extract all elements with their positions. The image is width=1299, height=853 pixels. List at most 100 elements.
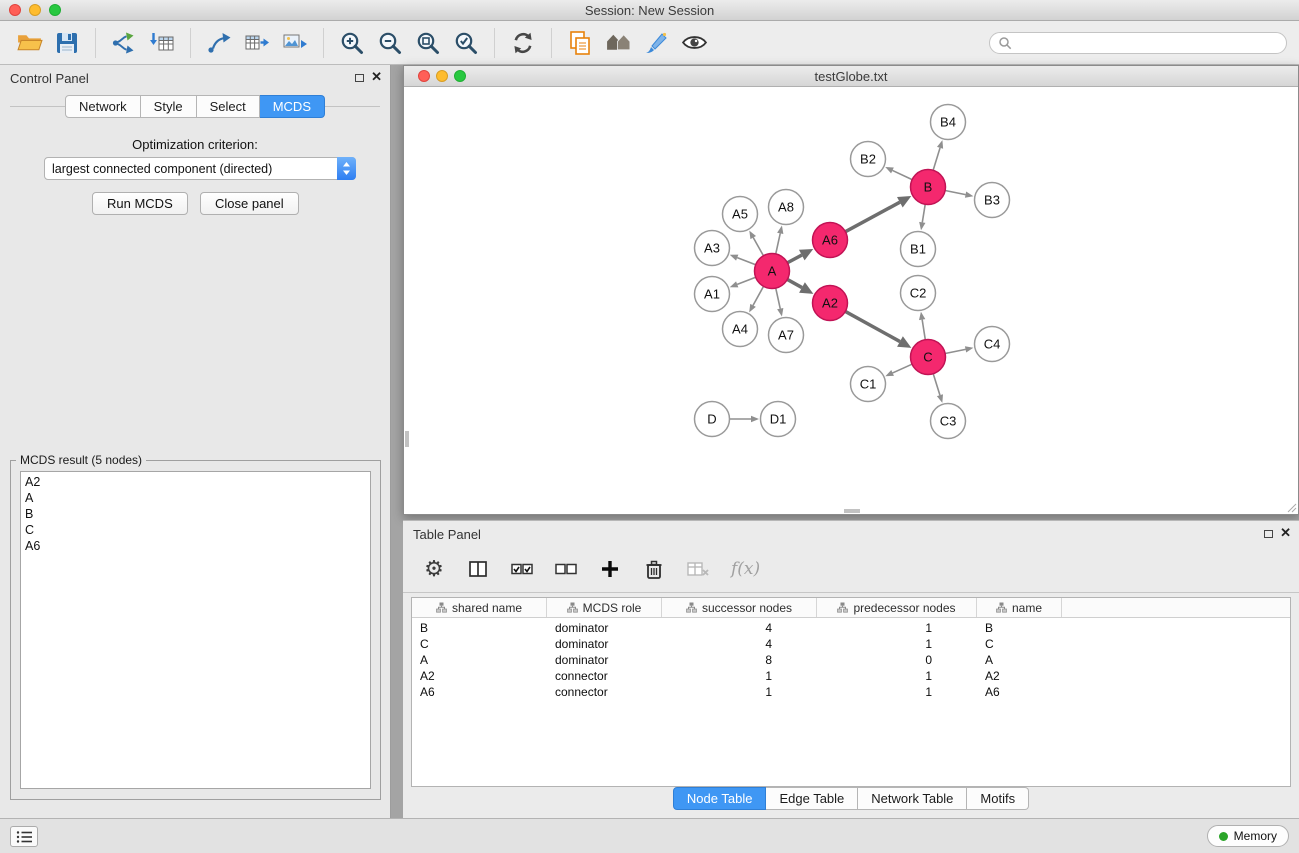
mcds-result-item[interactable]: A	[25, 490, 366, 506]
optimization-criterion-dropdown[interactable]: largest connected component (directed)	[44, 157, 356, 180]
graph-edge-A2-C[interactable]	[845, 311, 911, 347]
export-table-button[interactable]	[239, 25, 275, 61]
close-panel-button[interactable]: Close panel	[200, 192, 299, 215]
open-file-button[interactable]	[11, 25, 47, 61]
table-settings-button[interactable]: ⚙	[419, 554, 449, 584]
add-column-button[interactable]	[595, 554, 625, 584]
mcds-result-list[interactable]: A2ABCA6	[20, 471, 371, 789]
table-row[interactable]: A6connector11A6	[412, 684, 1290, 700]
tab-motifs[interactable]: Motifs	[967, 787, 1029, 810]
graph-edge-A-A1[interactable]	[730, 277, 756, 287]
tab-edge-table[interactable]: Edge Table	[766, 787, 858, 810]
network-canvas-area[interactable]: AA1A2A3A4A5A6A7A8BB1B2B3B4CC1C2C3C4DD1	[404, 87, 1298, 514]
save-session-button[interactable]	[49, 25, 85, 61]
graph-edge-B-B3[interactable]	[945, 190, 973, 197]
tab-network-table[interactable]: Network Table	[858, 787, 967, 810]
style-brush-button[interactable]	[638, 25, 674, 61]
show-hide-button[interactable]	[676, 25, 712, 61]
select-all-button[interactable]	[507, 554, 537, 584]
import-network-button[interactable]	[106, 25, 142, 61]
graph-node-C2[interactable]: C2	[901, 276, 936, 311]
column-header-predecessor-nodes[interactable]: predecessor nodes	[817, 598, 977, 617]
tab-network[interactable]: Network	[65, 95, 141, 118]
column-header-MCDS-role[interactable]: MCDS role	[547, 598, 662, 617]
graph-edge-B-B1[interactable]	[919, 204, 925, 230]
zoom-fit-button[interactable]	[410, 25, 446, 61]
close-panel-icon[interactable]: ✕	[371, 69, 382, 85]
column-header-successor-nodes[interactable]: successor nodes	[662, 598, 817, 617]
table-row[interactable]: Adominator80A	[412, 652, 1290, 668]
network-canvas[interactable]: AA1A2A3A4A5A6A7A8BB1B2B3B4CC1C2C3C4DD1	[404, 87, 1298, 514]
network-minimize-button[interactable]	[436, 70, 448, 82]
graph-edge-A-A8[interactable]	[776, 226, 784, 254]
tab-node-table[interactable]: Node Table	[673, 787, 767, 810]
mcds-result-item[interactable]: B	[25, 506, 366, 522]
delete-table-button[interactable]	[683, 554, 713, 584]
tab-mcds[interactable]: MCDS	[260, 95, 325, 118]
graph-node-C3[interactable]: C3	[931, 404, 966, 439]
table-row[interactable]: Cdominator41C	[412, 636, 1290, 652]
graph-node-A4[interactable]: A4	[723, 312, 758, 347]
deselect-all-button[interactable]	[551, 554, 581, 584]
graph-node-B1[interactable]: B1	[901, 232, 936, 267]
graph-edge-D-D1[interactable]	[730, 416, 760, 422]
export-image-button[interactable]	[277, 25, 313, 61]
graph-edge-A-A6[interactable]	[787, 249, 813, 263]
graph-edge-A-A3[interactable]	[730, 255, 756, 265]
graph-node-A[interactable]: A	[755, 254, 790, 289]
table-float-icon[interactable]	[1264, 530, 1273, 538]
graph-node-B[interactable]: B	[911, 170, 946, 205]
mcds-result-item[interactable]: A6	[25, 538, 366, 554]
graph-node-D1[interactable]: D1	[761, 402, 796, 437]
float-panel-icon[interactable]	[355, 74, 364, 82]
graph-node-B2[interactable]: B2	[851, 142, 886, 177]
search-input[interactable]	[1017, 36, 1278, 50]
apply-layout-button[interactable]	[505, 25, 541, 61]
table-row[interactable]: A2connector11A2	[412, 668, 1290, 684]
column-visibility-button[interactable]	[463, 554, 493, 584]
network-zoom-button[interactable]	[454, 70, 466, 82]
network-close-button[interactable]	[418, 70, 430, 82]
canvas-scroll-nub-left[interactable]	[405, 431, 409, 447]
graph-node-A8[interactable]: A8	[769, 190, 804, 225]
column-header-shared-name[interactable]: shared name	[412, 598, 547, 617]
graph-edge-C-C4[interactable]	[945, 346, 973, 353]
delete-column-button[interactable]	[639, 554, 669, 584]
resize-grip-icon[interactable]	[1287, 503, 1297, 513]
graph-node-A2[interactable]: A2	[813, 286, 848, 321]
export-network-button[interactable]	[201, 25, 237, 61]
graph-node-C4[interactable]: C4	[975, 327, 1010, 362]
graph-node-A3[interactable]: A3	[695, 231, 730, 266]
fullscreen-window-button[interactable]	[49, 4, 61, 16]
graph-edge-B-B2[interactable]	[885, 167, 912, 180]
minimize-window-button[interactable]	[29, 4, 41, 16]
table-close-icon[interactable]: ✕	[1280, 525, 1291, 541]
graph-edge-A-A7[interactable]	[776, 288, 784, 316]
graph-node-A5[interactable]: A5	[723, 197, 758, 232]
run-mcds-button[interactable]: Run MCDS	[92, 192, 188, 215]
task-history-button[interactable]	[10, 826, 38, 847]
copy-document-button[interactable]	[562, 25, 598, 61]
canvas-scroll-nub-bottom[interactable]	[844, 509, 860, 513]
mcds-result-item[interactable]: A2	[25, 474, 366, 490]
tab-select[interactable]: Select	[197, 95, 260, 118]
graph-node-A1[interactable]: A1	[695, 277, 730, 312]
graph-edge-A-A5[interactable]	[749, 231, 763, 256]
mcds-result-item[interactable]: C	[25, 522, 366, 538]
import-table-button[interactable]	[144, 25, 180, 61]
zoom-selected-button[interactable]	[448, 25, 484, 61]
search-box[interactable]	[989, 32, 1287, 54]
graph-edge-A-A4[interactable]	[749, 286, 763, 312]
zoom-out-button[interactable]	[372, 25, 408, 61]
zoom-in-button[interactable]	[334, 25, 370, 61]
function-builder-button[interactable]: f(x)	[727, 559, 760, 579]
graph-edge-A-A2[interactable]	[787, 279, 813, 293]
table-row[interactable]: Bdominator41B	[412, 620, 1290, 636]
memory-button[interactable]: Memory	[1207, 825, 1289, 847]
graph-node-A6[interactable]: A6	[813, 223, 848, 258]
graph-node-D[interactable]: D	[695, 402, 730, 437]
graph-node-C1[interactable]: C1	[851, 367, 886, 402]
graph-edge-C-C2[interactable]	[919, 312, 925, 340]
graph-node-C[interactable]: C	[911, 340, 946, 375]
home-button[interactable]	[600, 25, 636, 61]
